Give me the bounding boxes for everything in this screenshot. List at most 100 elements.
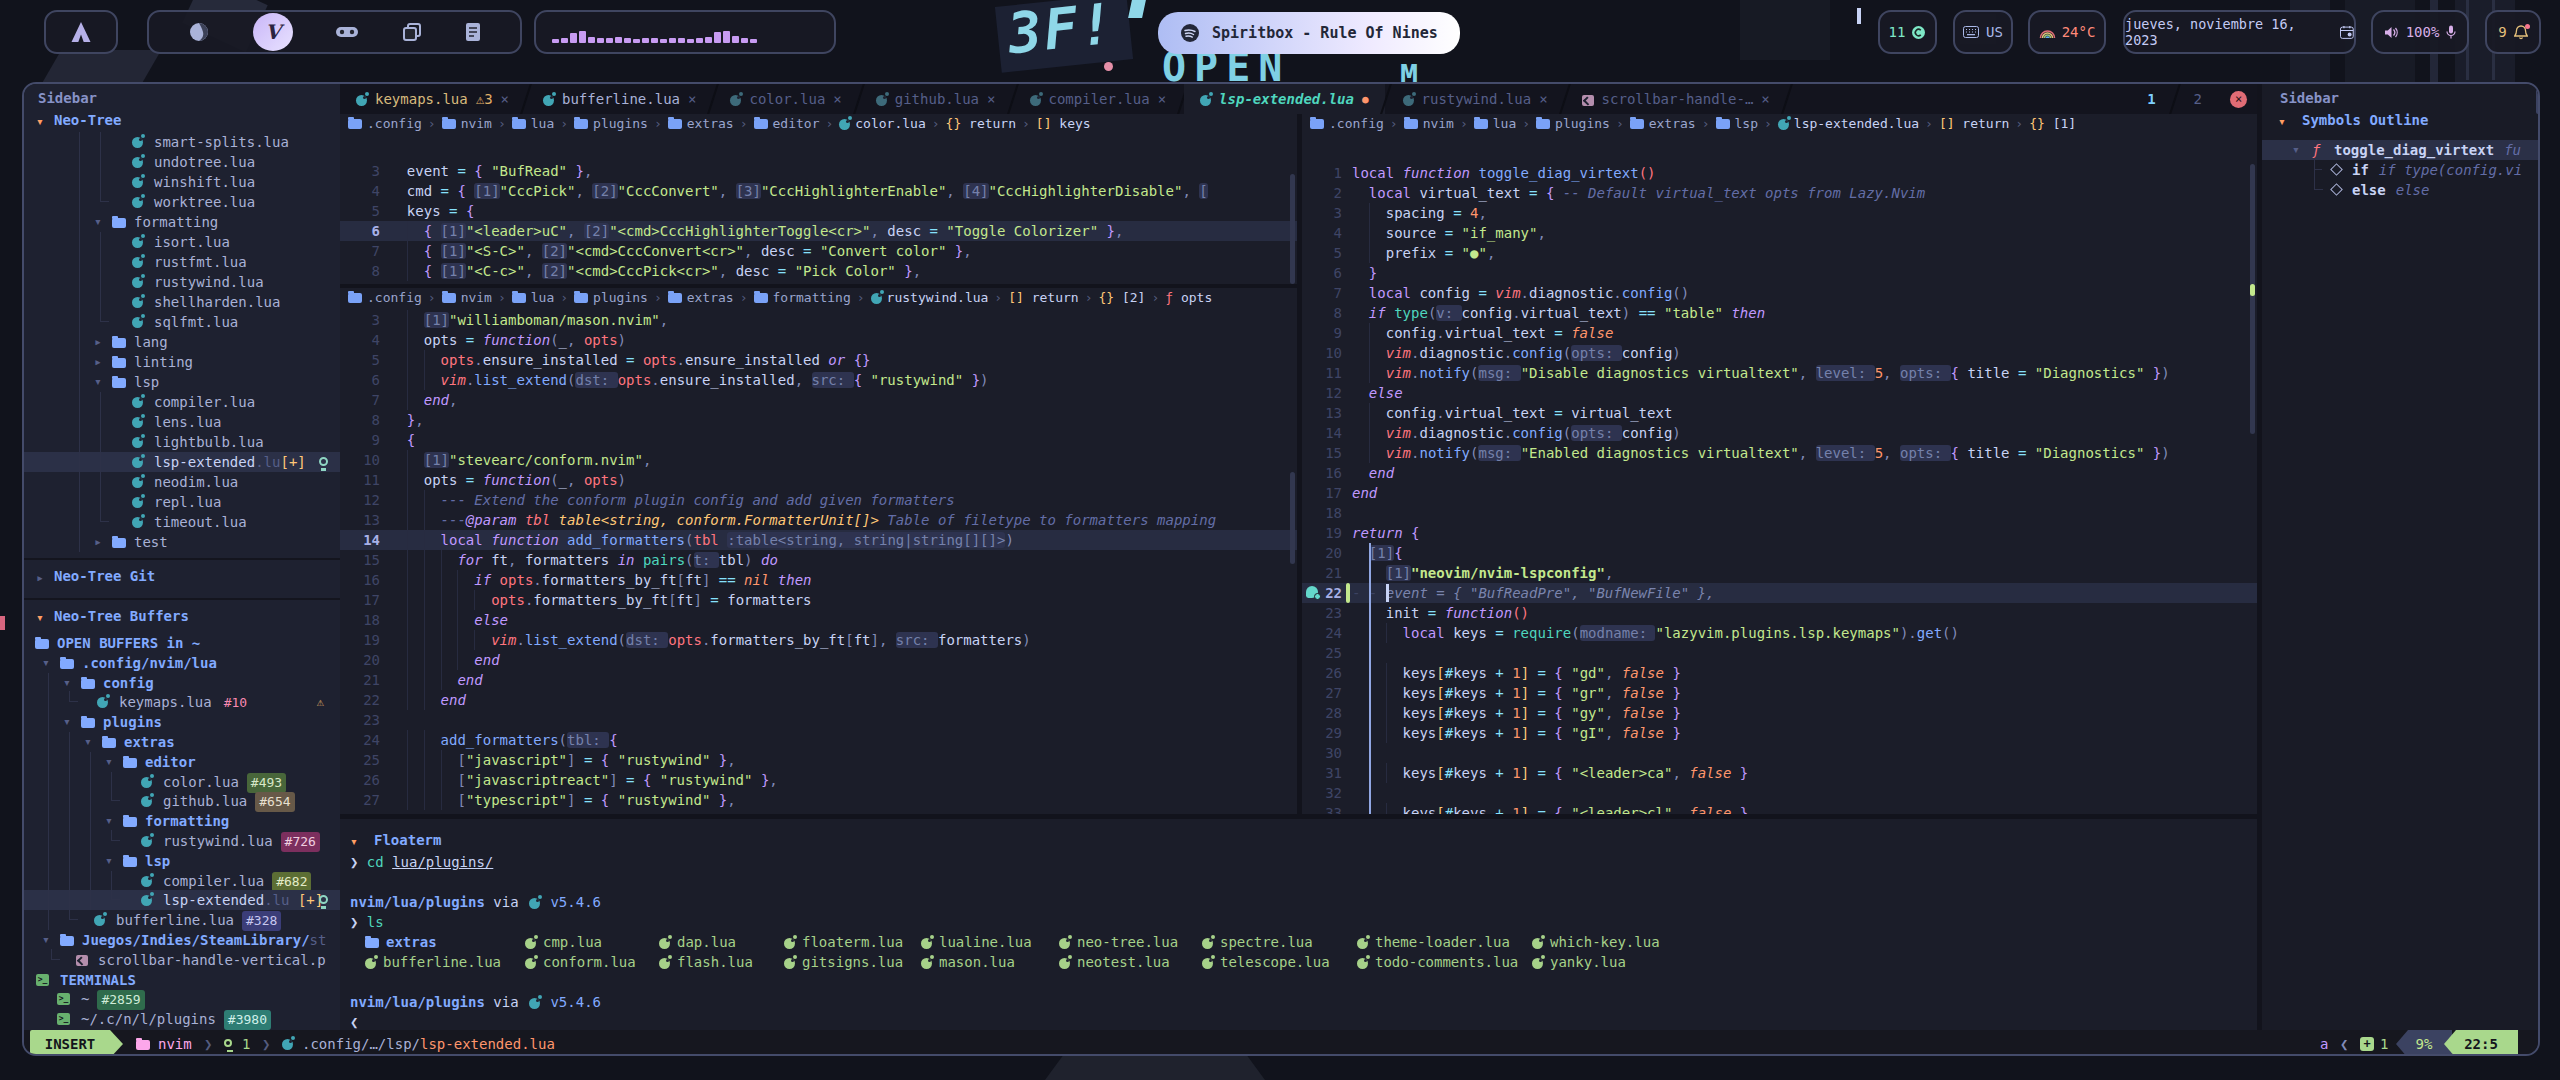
code-line[interactable]: vim.list_extend(dst: opts.formatters_by_… — [390, 630, 1297, 650]
notes-icon[interactable] — [465, 22, 481, 42]
chevron-down-icon[interactable]: ▾ — [105, 752, 113, 772]
code-line[interactable]: local config = vim.diagnostic.config() — [1352, 283, 2257, 303]
tree-item-editor[interactable]: ▾editor — [24, 752, 340, 772]
code-line[interactable]: keys[#keys + 1] = { "gy", false } — [1352, 703, 2257, 723]
tabline-close-button[interactable]: × — [2230, 91, 2247, 108]
tree-item-lsp[interactable]: ▾lsp — [24, 851, 340, 871]
code-line[interactable] — [1352, 643, 2257, 663]
code-line[interactable]: spacing = 4, — [1352, 203, 2257, 223]
terminal-line[interactable]: nvim/lua/plugins via v5.4.6 — [350, 992, 601, 1012]
terminal-line[interactable]: ❯ ls — [350, 912, 384, 932]
tree-item-repl-lua[interactable]: repl.lua — [24, 492, 340, 512]
code-line[interactable]: } — [1352, 263, 2257, 283]
code-line[interactable]: cmd = { [1]"CccPick", [2]"CccConvert", [… — [390, 181, 1297, 201]
tree-item-formatting[interactable]: ▾formatting — [24, 811, 340, 831]
tab-github-lua[interactable]: github.lua× — [860, 84, 1012, 114]
tree-item-extras[interactable]: ▾extras — [24, 732, 340, 752]
tree-item-terminals[interactable]: >_TERMINALS — [24, 970, 340, 990]
terminal-line[interactable]: ❮ — [350, 1012, 358, 1030]
tree-item-test[interactable]: ▸test — [24, 532, 340, 552]
code-line[interactable]: ["javascript"] = { "rustywind" }, — [390, 750, 1297, 770]
code-line[interactable]: end — [1352, 463, 2257, 483]
section-neo-tree[interactable]: Neo-Tree — [54, 112, 121, 128]
tab-close-icon[interactable]: × — [987, 91, 995, 107]
tree-item-neodim-lua[interactable]: neodim.lua — [24, 472, 340, 492]
code-line[interactable]: opts = function(_, opts) — [390, 470, 1297, 490]
code-line[interactable]: ["typescript"] = { "rustywind" }, — [390, 790, 1297, 810]
tree-item-juegos-indies-steamlibrary-[interactable]: ▾Juegos/Indies/SteamLibrary/st — [24, 930, 340, 950]
code-line[interactable]: init = function() — [1352, 603, 2257, 623]
code-line[interactable]: ---@param tbl table<string, conform.Form… — [390, 510, 1297, 530]
notifications-widget[interactable]: 9 — [2485, 10, 2541, 54]
code-line[interactable]: if type(v: config.virtual_text) == "tabl… — [1352, 303, 2257, 323]
tab-close-icon[interactable]: × — [688, 91, 696, 107]
tree-item-bufferline-lua[interactable]: bufferline.lua#328 — [24, 910, 340, 930]
chevron-down-icon[interactable]: ▾ — [94, 212, 102, 232]
code-line[interactable]: end — [1352, 483, 2257, 503]
code-line[interactable]: return { — [1352, 523, 2257, 543]
chevron-down-icon[interactable]: ▾ — [84, 732, 92, 752]
tab-scrollbar-handle-[interactable]: scrollbar-handle-…× — [1566, 84, 1786, 114]
tree-item-linting[interactable]: ▸linting — [24, 352, 340, 372]
chevron-down-icon[interactable]: ▾ — [350, 832, 358, 852]
code-line[interactable]: prefix = "●", — [1352, 243, 2257, 263]
tab-close-icon[interactable]: × — [501, 91, 509, 107]
chevron-down-icon[interactable]: ▾ — [63, 712, 71, 732]
code-line[interactable]: vim.list_extend(dst: opts.ensure_install… — [390, 370, 1297, 390]
tree-item-isort-lua[interactable]: isort.lua — [24, 232, 340, 252]
tree-item-rustywind-lua[interactable]: rustywind.lua — [24, 272, 340, 292]
scrollbar[interactable] — [2250, 164, 2255, 434]
code-line[interactable]: --- Extend the conform plugin config and… — [390, 490, 1297, 510]
chevron-right-icon[interactable]: ▸ — [94, 352, 102, 372]
tree-item-lsp[interactable]: ▾lsp — [24, 372, 340, 392]
tree-item-github-lua[interactable]: github.lua#654 — [24, 791, 340, 811]
code-line[interactable]: opts.ensure_installed = opts.ensure_inst… — [390, 350, 1297, 370]
code-line[interactable]: keys = { — [390, 201, 1297, 221]
code-line[interactable] — [1352, 743, 2257, 763]
tree-item-compiler-lua[interactable]: compiler.lua#682 — [24, 871, 340, 891]
tab-color-lua[interactable]: color.lua× — [714, 84, 857, 114]
browser-icon[interactable] — [188, 21, 210, 43]
tab-close-icon[interactable]: × — [833, 91, 841, 107]
code-line[interactable]: config.virtual_text = false — [1352, 323, 2257, 343]
code-line[interactable]: { — [390, 430, 1297, 450]
scrollbar[interactable] — [1290, 472, 1295, 564]
tree-item-winshift-lua[interactable]: winshift.lua — [24, 172, 340, 192]
chevron-down-icon[interactable]: ▾ — [36, 608, 44, 628]
tree-item-plugins[interactable]: ▾plugins — [24, 712, 340, 732]
chevron-right-icon[interactable]: ▸ — [94, 532, 102, 552]
code-line[interactable]: opts.formatters_by_ft[ft] = formatters — [390, 590, 1297, 610]
code-line[interactable]: [1]{ — [1352, 543, 2257, 563]
chevron-down-icon[interactable]: ▾ — [105, 851, 113, 871]
code-line[interactable]: [1]"williamboman/mason.nvim", — [390, 310, 1297, 330]
chevron-down-icon[interactable]: ▾ — [2278, 112, 2286, 132]
tree-item-open-buffers-in-[interactable]: OPEN BUFFERS in ~ — [24, 633, 340, 653]
chevron-down-icon[interactable]: ▾ — [42, 930, 50, 950]
terminal-line[interactable]: nvim/lua/plugins via v5.4.6 — [350, 892, 601, 912]
code-line[interactable]: vim.diagnostic.config(opts: config) — [1352, 423, 2257, 443]
symbol-else[interactable]: elseelse — [2262, 180, 2540, 200]
terminal-line[interactable]: ❯ cd lua/plugins/ — [350, 852, 493, 872]
tree-item-sqlfmt-lua[interactable]: sqlfmt.lua — [24, 312, 340, 332]
code-line[interactable]: [1]"neovim/nvim-lspconfig", — [1352, 563, 2257, 583]
tree-item-lsp-extended[interactable]: lsp-extended.lu [+] — [24, 890, 340, 910]
symbols-outline-header[interactable]: Symbols Outline — [2302, 112, 2428, 128]
code-line[interactable]: if opts.formatters_by_ft[ft] == nil then — [390, 570, 1297, 590]
scrollbar[interactable] — [2536, 88, 2540, 114]
chevron-right-icon[interactable]: ▸ — [36, 568, 44, 588]
date-widget[interactable]: jueves, noviembre 16, 2023 — [2123, 10, 2356, 54]
tree-item-keymaps-lua[interactable]: keymaps.lua#10⚠ — [24, 692, 340, 712]
vivaldi-active-icon[interactable]: V — [253, 13, 293, 51]
tab-keymaps-lua[interactable]: keymaps.lua⚠3× — [340, 84, 525, 114]
code-line[interactable]: opts = function(_, opts) — [390, 330, 1297, 350]
section-neo-tree-git[interactable]: Neo-Tree Git — [54, 568, 155, 584]
tab-close-icon[interactable]: × — [1158, 91, 1166, 107]
code-line[interactable]: { [1]"<S-C>", [2]"<cmd>CccConvert<cr>", … — [390, 241, 1297, 261]
tree-item-config[interactable]: ▾config — [24, 673, 340, 693]
code-line[interactable]: vim.diagnostic.config(opts: config) — [1352, 343, 2257, 363]
chevron-right-icon[interactable]: ▸ — [94, 332, 102, 352]
code-line[interactable]: source = "if_many", — [1352, 223, 2257, 243]
tree-item-lens-lua[interactable]: lens.lua — [24, 412, 340, 432]
code-line[interactable]: ["javascriptreact"] = { "rustywind" }, — [390, 770, 1297, 790]
gamepad-icon[interactable] — [335, 23, 359, 41]
